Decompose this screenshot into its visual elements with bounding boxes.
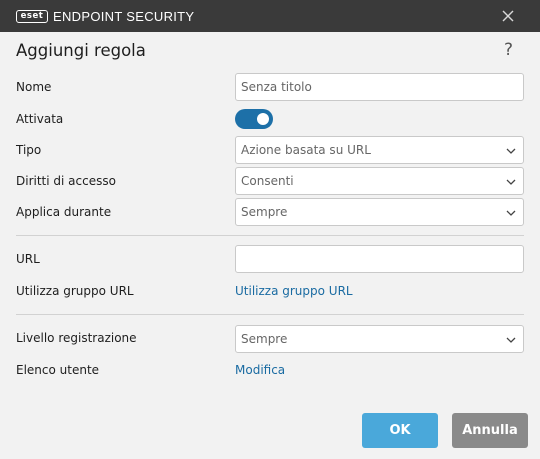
log-level-label: Livello registrazione <box>16 331 137 345</box>
user-list-label: Elenco utente <box>16 363 100 377</box>
apply-label: Applica durante <box>16 205 112 219</box>
url-label: URL <box>16 252 40 266</box>
url-group-label: Utilizza gruppo URL <box>16 284 134 298</box>
eset-logo: eset <box>16 10 48 23</box>
log-level-value: Sempre <box>241 332 288 346</box>
type-label: Tipo <box>16 143 42 157</box>
title-bar: eset ENDPOINT SECURITY <box>0 0 540 32</box>
edit-users-link[interactable]: Modifica <box>235 363 285 377</box>
chevron-down-icon <box>506 179 516 185</box>
close-icon[interactable] <box>498 6 518 26</box>
toggle-knob <box>257 113 269 125</box>
chevron-down-icon <box>506 210 516 216</box>
help-icon[interactable]: ? <box>504 40 513 60</box>
enabled-label: Attivata <box>16 112 64 126</box>
app-title: ENDPOINT SECURITY <box>53 9 195 24</box>
name-placeholder: Senza titolo <box>241 80 312 94</box>
access-label: Diritti di accesso <box>16 174 116 188</box>
divider <box>16 314 524 315</box>
type-value: Azione basata su URL <box>241 143 371 157</box>
log-level-select[interactable]: Sempre <box>235 325 524 353</box>
access-value: Consenti <box>241 174 294 188</box>
chevron-down-icon <box>506 148 516 154</box>
chevron-down-icon <box>506 337 516 343</box>
divider <box>16 235 524 236</box>
type-select[interactable]: Azione basata su URL <box>235 136 524 164</box>
cancel-button[interactable]: Annulla <box>452 413 528 448</box>
dialog-title: Aggiungi regola <box>16 41 146 60</box>
logo-text: eset <box>20 11 44 21</box>
enabled-toggle[interactable] <box>235 109 273 129</box>
access-select[interactable]: Consenti <box>235 167 524 195</box>
url-group-link[interactable]: Utilizza gruppo URL <box>235 284 353 298</box>
ok-button[interactable]: OK <box>362 413 438 448</box>
apply-select[interactable]: Sempre <box>235 198 524 226</box>
name-field[interactable]: Senza titolo <box>235 73 524 101</box>
name-label: Nome <box>16 80 52 94</box>
apply-value: Sempre <box>241 205 288 219</box>
url-field[interactable] <box>235 245 524 273</box>
